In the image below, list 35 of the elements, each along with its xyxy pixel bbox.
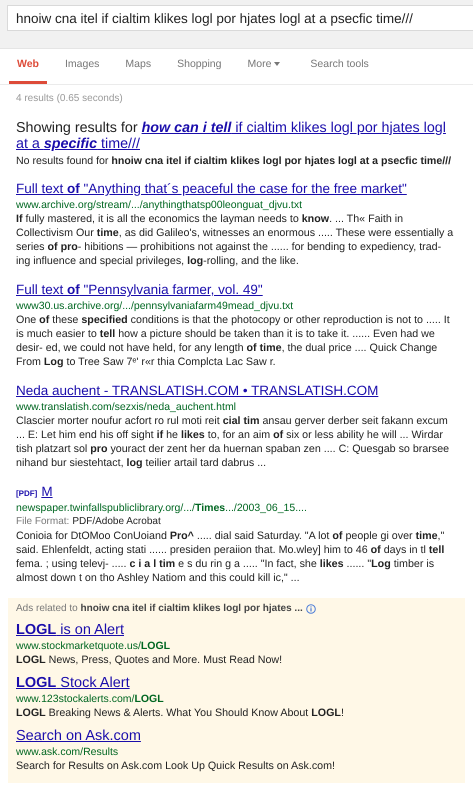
nav-tab[interactable]: Web <box>9 58 47 84</box>
result-title[interactable]: M <box>41 483 53 500</box>
file-format-label: File Format: <box>16 515 70 529</box>
nav-tab[interactable]: Maps <box>117 58 160 84</box>
result-url: newspaper.twinfallspubliclibrary.org/.../Times.../2003_06_15.... <box>16 501 308 515</box>
result-title[interactable]: Neda auchent - TRANSLATISH.COM • TRANSLATISH.COM <box>16 382 378 399</box>
ad-title[interactable]: Search on Ask.com <box>16 728 141 745</box>
file-type-label: [PDF] <box>16 489 38 498</box>
search-field[interactable]: hnoiw cna itel if cialtim klikes logl por hjates logl at a psecfic time/// <box>7 5 473 31</box>
ads-header: Ads related to hnoiw cna itel if cialtim klikes logl por hjates ... <box>16 603 303 614</box>
results-stats: 4 results (0.65 seconds) <box>16 93 124 104</box>
search-tools-button[interactable]: Search tools <box>302 58 377 84</box>
result-url: www30.us.archive.org/.../pennsylvaniafarm49mead_djvu.txt <box>16 299 294 313</box>
ad-snippet: LOGL Breaking News & Alerts. What You Should Know About LOGL! <box>16 706 345 720</box>
file-format-value: PDF/Adobe Acrobat <box>72 515 161 529</box>
nav-tab[interactable]: Images <box>56 58 108 84</box>
result-snippet: If fully mastered, it is all the economics the layman needs to know. ... Th« Faith in Collectivism Our time, as did Galileo's, witnesses an enormous ..... These were essentially a series of pro- hibitions — prohibitions not against the ...... for bending to expediency, trad- ing influence and special privileges, log-rolling, and the like. <box>16 212 454 268</box>
result-title[interactable]: Full text of "Anything that´s peaceful the case for the free market" <box>16 180 407 197</box>
ad-url: www.ask.com/Results <box>16 745 120 759</box>
ad-snippet: Search for Results on Ask.com Look Up Quick Results on Ask.com! <box>16 759 336 773</box>
ad-url: www.123stockalerts.com/LOGL <box>16 692 165 706</box>
no-results-note: No results found for hnoiw cna itel if cialtim klikes logl por hjates logl at a psecfic time/// <box>16 154 452 168</box>
result-snippet: Clascier morter noufur acfort ro rul moti reit cial tim ansau gerver derber seit fakann excum ... E: Let him end his off sight if he likes to, for an aim of six or less ability he will ... Wirdar tish platzart sol pro youract der zent her da huernan spaban zen .... C: Quesgab so brarsee nihand bur siestehtact, log teilier artail tard dabrus ... <box>16 414 450 470</box>
ad-title[interactable]: LOGL is on Alert <box>16 622 124 639</box>
result-url: www.translatish.com/sezxis/neda_auchent.html <box>16 400 238 414</box>
spelling-suggestion[interactable]: Showing results for how can i tell if cialtim klikes logl por hjates logl at a specific time/// <box>16 120 457 152</box>
result-snippet: One of these specified conditions is that the photocopy or other reproduction is not to ..... It is much easier to tell how a picture should be taken than it is to take it. ...... Even had we desir- ed, we could not have held, for any length of time, the dual price .... Quick Change From Log to Tree Saw 7ᵉ' r«r thia Complcta Lac Saw r. <box>16 313 451 369</box>
nav-tab[interactable]: Shopping <box>169 58 230 84</box>
info-icon[interactable] <box>306 604 316 614</box>
result-url: www.archive.org/stream/.../anythingthatsp00leonguat_djvu.txt <box>16 198 303 212</box>
ad-url: www.stockmarketquote.us/LOGL <box>16 639 172 653</box>
ad-snippet: LOGL News, Press, Quotes and More. Must Read Now! <box>16 653 284 667</box>
result-title[interactable]: Full text of "Pennsylvania farmer, vol. 49" <box>16 281 263 298</box>
nav-tab[interactable]: More <box>239 58 288 84</box>
ad-title[interactable]: LOGL Stock Alert <box>16 675 130 692</box>
